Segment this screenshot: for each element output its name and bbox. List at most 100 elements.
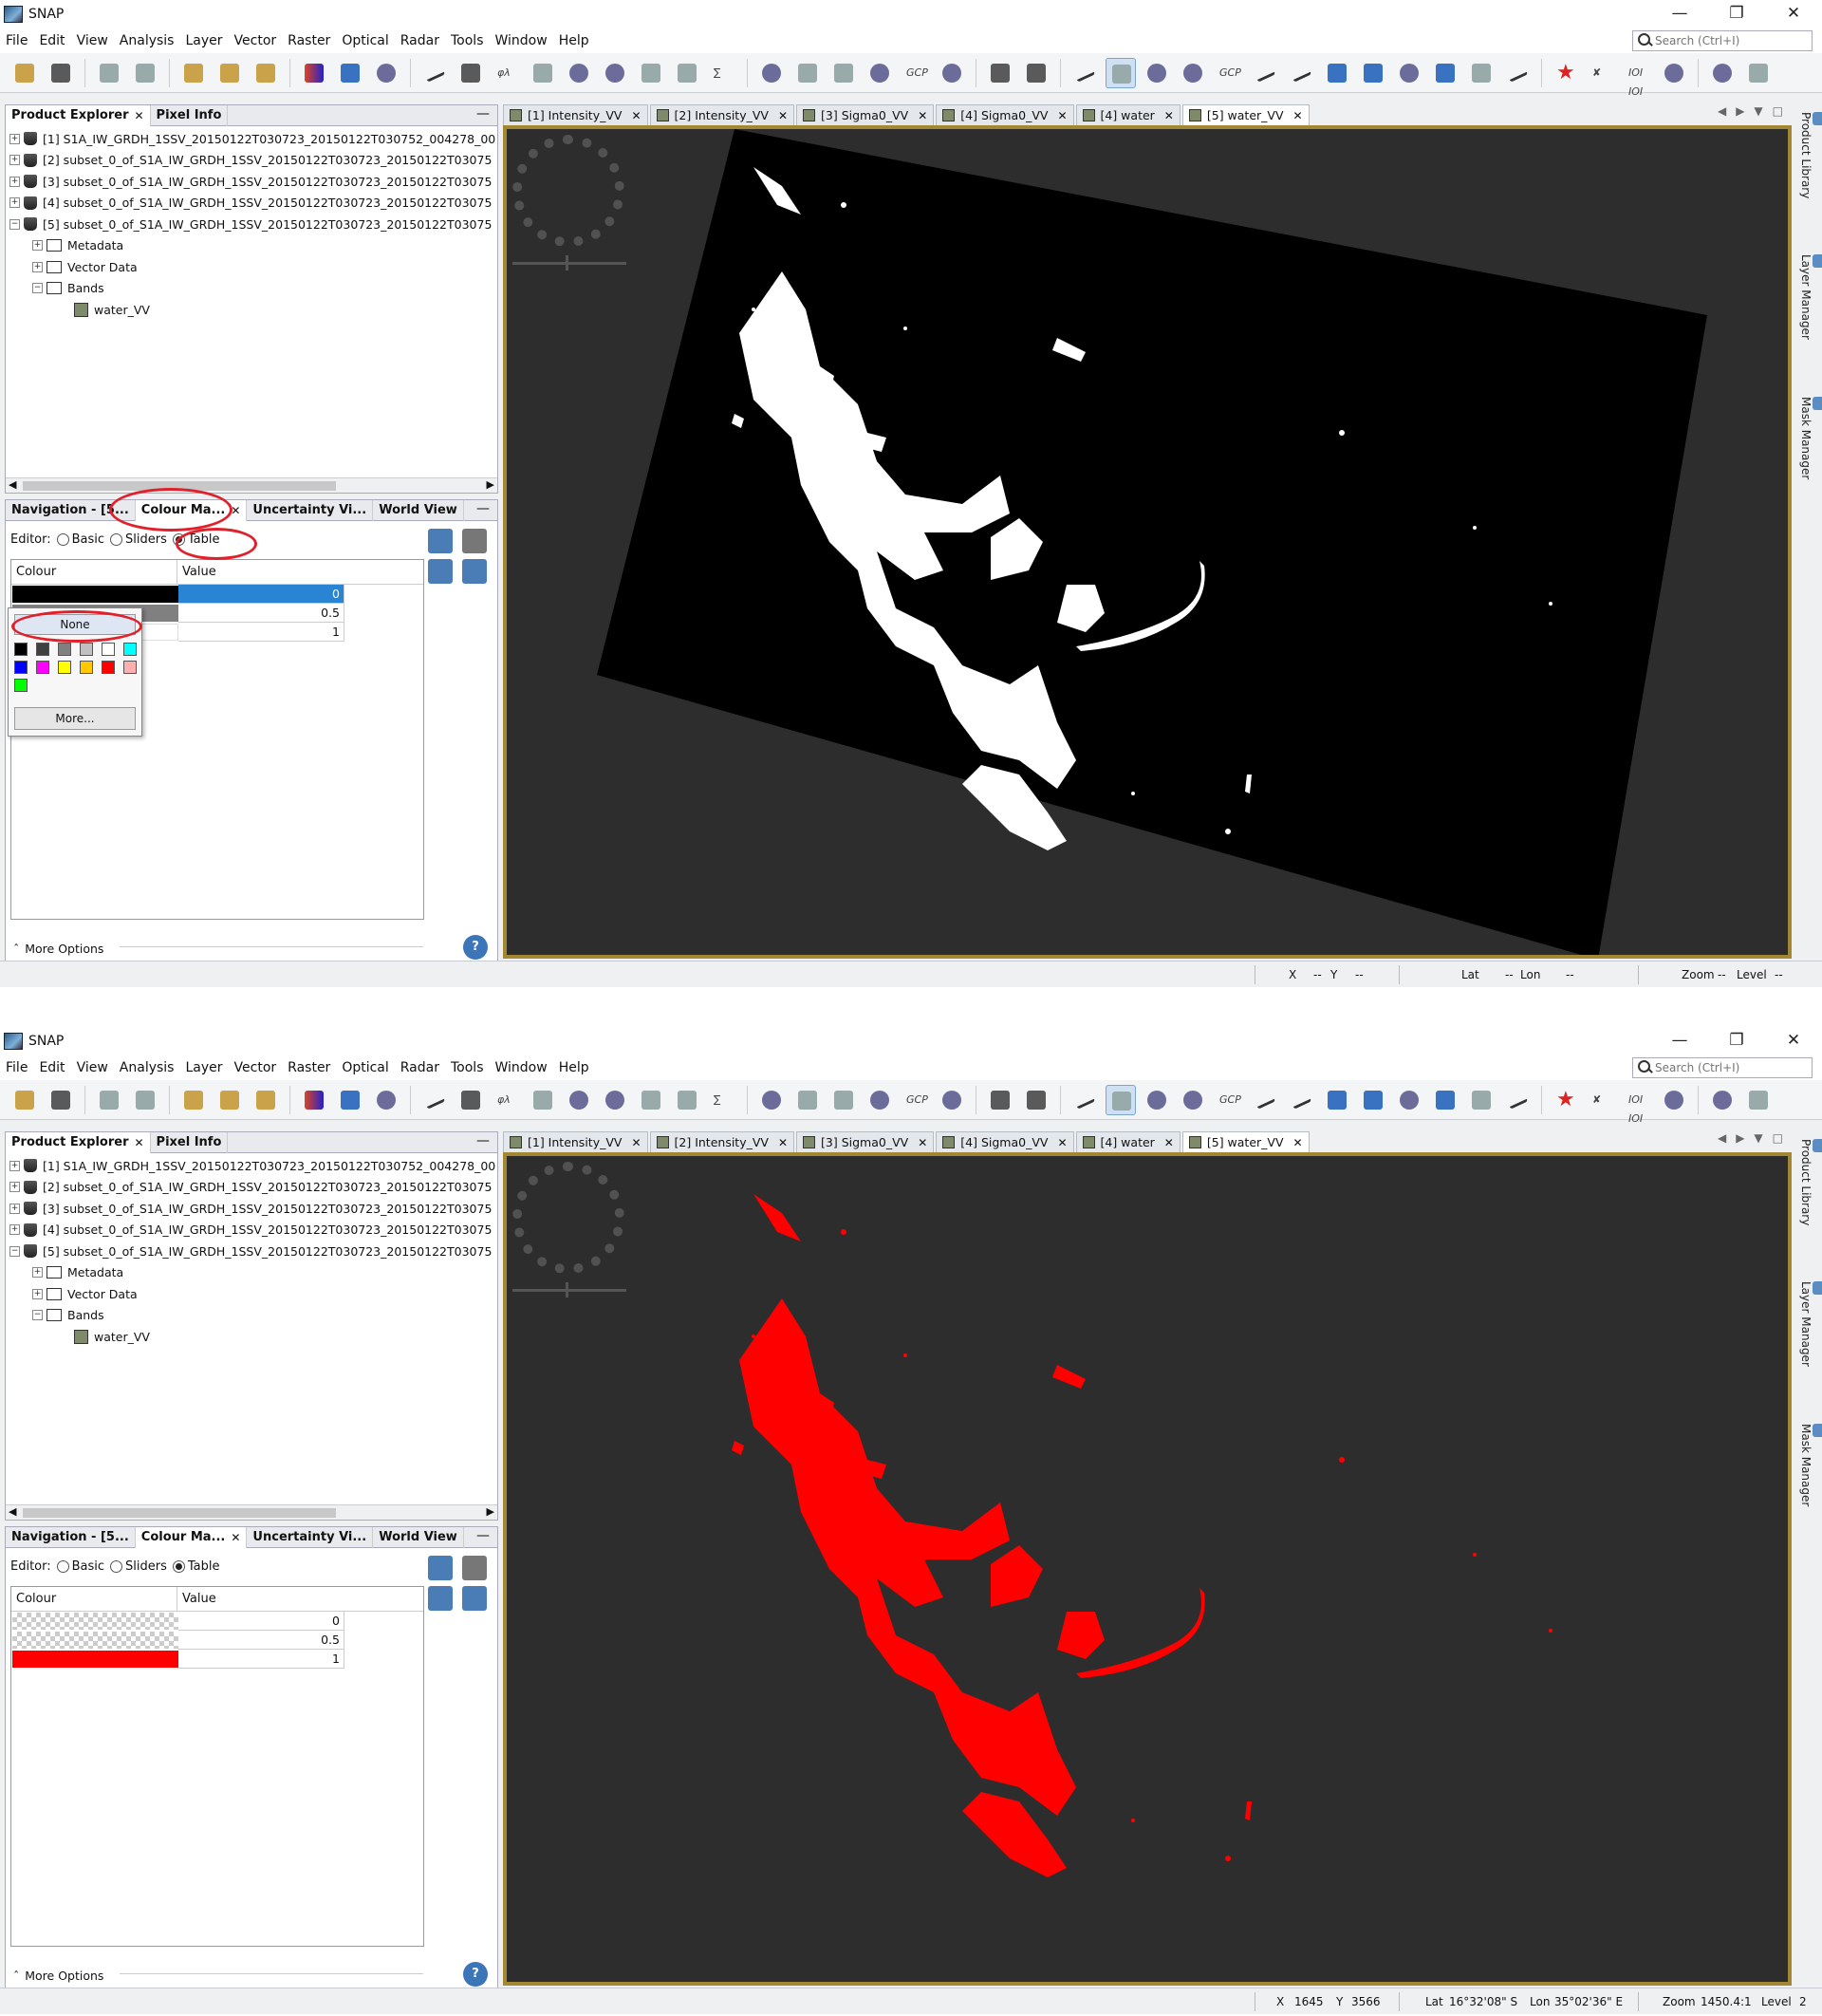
zoom-tool-icon[interactable] <box>1142 58 1172 88</box>
scroll-right-icon[interactable]: ▶ <box>487 478 494 491</box>
expand-icon[interactable]: + <box>9 176 20 187</box>
info-icon[interactable] <box>564 1085 594 1115</box>
polygon-drawing-icon[interactable] <box>1358 1085 1388 1115</box>
image-view[interactable] <box>503 1152 1792 1986</box>
tree-band-water-vv[interactable]: water_VV <box>6 299 497 321</box>
layer-manager-tab[interactable]: Layer Manager <box>1799 1281 1822 1367</box>
select-tool-icon[interactable] <box>1069 58 1100 88</box>
more-colours-button[interactable]: More... <box>14 707 136 730</box>
tree-bands[interactable]: − Bands <box>6 1305 497 1327</box>
tree-product-1[interactable]: + [1] S1A_IW_GRDH_1SSV_20150122T030723_20… <box>6 128 497 150</box>
help-icon[interactable]: ? <box>463 1962 488 1987</box>
world-view-icon[interactable] <box>371 58 401 88</box>
crosshair-icon[interactable]: ✘ <box>1587 1085 1617 1115</box>
statistics-icon[interactable]: ∑ <box>708 1085 738 1115</box>
graticule-icon[interactable] <box>828 1085 859 1115</box>
reset-icon[interactable] <box>428 1556 453 1580</box>
swatch-cyan[interactable] <box>123 643 137 656</box>
expand-icon[interactable]: + <box>32 240 43 252</box>
gcp-placing-icon[interactable]: GCP <box>1214 58 1244 88</box>
more-options-toggle[interactable]: ˆ More Options <box>13 942 103 956</box>
swatch-black[interactable] <box>14 643 28 656</box>
expand-icon[interactable]: + <box>9 133 20 144</box>
binary-icon[interactable]: IOI IOI <box>1623 58 1653 98</box>
spectrum-icon[interactable]: φλ <box>492 58 522 88</box>
horizontal-scrollbar[interactable]: ◀ ▶ <box>6 477 497 493</box>
line-drawing-icon[interactable] <box>1250 1085 1280 1115</box>
minimize-panel-icon[interactable]: — <box>476 1133 490 1148</box>
polygon-drawing-icon[interactable] <box>1358 58 1388 88</box>
import-palette-icon[interactable] <box>428 1586 453 1611</box>
save-product-icon[interactable] <box>46 58 76 88</box>
ruler-icon[interactable] <box>1502 58 1533 88</box>
binary-icon[interactable]: IOI IOI <box>1623 1085 1653 1125</box>
search-input[interactable] <box>1655 1061 1807 1074</box>
menu-tools[interactable]: Tools <box>445 1060 490 1075</box>
histogram-icon[interactable] <box>528 1085 558 1115</box>
close-icon[interactable]: ✕ <box>918 109 927 122</box>
eye-icon[interactable] <box>937 58 967 88</box>
mask-manager-tab[interactable]: Mask Manager <box>1799 1424 1822 1506</box>
tab-pixel-info[interactable]: Pixel Info <box>151 1131 229 1153</box>
tab-list-icon[interactable]: ▼ <box>1754 1131 1762 1145</box>
select-tool-icon[interactable] <box>1069 1085 1100 1115</box>
layer-icon[interactable] <box>792 58 823 88</box>
more-options-toggle[interactable]: ˆ More Options <box>13 1969 103 1983</box>
tree-vector-data[interactable]: + Vector Data <box>6 1283 497 1305</box>
tab-navigation[interactable]: Navigation - [5... <box>6 1526 136 1548</box>
menu-window[interactable]: Window <box>490 1060 553 1075</box>
close-icon[interactable]: ✕ <box>134 109 143 122</box>
tab-world-view[interactable]: World View <box>373 1526 464 1548</box>
radio-table[interactable]: Table <box>172 1559 220 1574</box>
restore-icon[interactable]: ❐ <box>1708 1027 1765 1055</box>
colour-swatch[interactable] <box>12 1651 178 1668</box>
menu-vector[interactable]: Vector <box>229 1060 283 1075</box>
tab-uncertainty-visualisation[interactable]: Uncertainty Vi... <box>247 499 374 521</box>
tab-product-explorer[interactable]: Product Explorer ✕ <box>6 104 151 126</box>
tab-list-icon[interactable]: ▼ <box>1754 104 1762 118</box>
mask-area-icon[interactable] <box>756 58 787 88</box>
expand-icon[interactable]: + <box>9 1224 20 1236</box>
draw-line-icon[interactable] <box>456 1085 486 1115</box>
menu-view[interactable]: View <box>71 1060 114 1075</box>
menu-file[interactable]: File <box>0 1060 33 1075</box>
colour-swatch[interactable] <box>12 586 178 603</box>
polyline-drawing-icon[interactable] <box>1286 1085 1316 1115</box>
sentinel-icon[interactable] <box>1659 58 1689 88</box>
ruler-icon[interactable] <box>1502 1085 1533 1115</box>
tree-metadata[interactable]: + Metadata <box>6 1262 497 1284</box>
swatch-yellow[interactable] <box>58 661 71 674</box>
batch-processing-icon[interactable] <box>1021 1085 1051 1115</box>
minimize-panel-icon[interactable]: — <box>476 1528 490 1543</box>
tab-intensity-vv-1[interactable]: [1] Intensity_VV ✕ <box>503 1131 648 1152</box>
close-icon[interactable]: ✕ <box>918 1136 927 1149</box>
expand-icon[interactable]: + <box>9 155 20 166</box>
tab-product-explorer[interactable]: Product Explorer ✕ <box>6 1131 151 1153</box>
mask-area-icon[interactable] <box>756 1085 787 1115</box>
table-row[interactable]: 0.5 <box>11 1631 423 1650</box>
pan-tool-icon[interactable] <box>1106 1084 1136 1115</box>
menu-analysis[interactable]: Analysis <box>114 33 180 48</box>
menu-analysis[interactable]: Analysis <box>114 1060 180 1075</box>
value-cell[interactable]: 1 <box>178 1650 344 1669</box>
table-row[interactable]: 1 <box>11 1650 423 1669</box>
search-box[interactable] <box>1632 1057 1813 1078</box>
expand-icon[interactable]: + <box>9 1160 20 1171</box>
zoom-slider[interactable] <box>512 255 626 271</box>
export-palette-icon[interactable] <box>462 559 487 584</box>
globe-icon[interactable] <box>1707 1085 1738 1115</box>
polyline-drawing-icon[interactable] <box>1286 58 1316 88</box>
rgb-image-icon[interactable] <box>299 1085 329 1115</box>
tab-water-4[interactable]: [4] water ✕ <box>1075 104 1181 125</box>
tab-intensity-vv-2[interactable]: [2] Intensity_VV ✕ <box>649 1131 795 1152</box>
menu-layer[interactable]: Layer <box>179 33 228 48</box>
redo-icon[interactable] <box>130 58 160 88</box>
close-icon[interactable]: ✕ <box>1293 109 1303 122</box>
maximize-icon[interactable]: □ <box>1773 104 1783 118</box>
import-palette-icon[interactable] <box>428 559 453 584</box>
tab-scroll-right-icon[interactable]: ▶ <box>1736 1131 1744 1145</box>
ellipse-drawing-icon[interactable] <box>1394 58 1424 88</box>
band-maths-icon[interactable] <box>178 1085 209 1115</box>
table-row[interactable]: 0 <box>11 585 423 604</box>
swatch-light-grey[interactable] <box>80 643 93 656</box>
